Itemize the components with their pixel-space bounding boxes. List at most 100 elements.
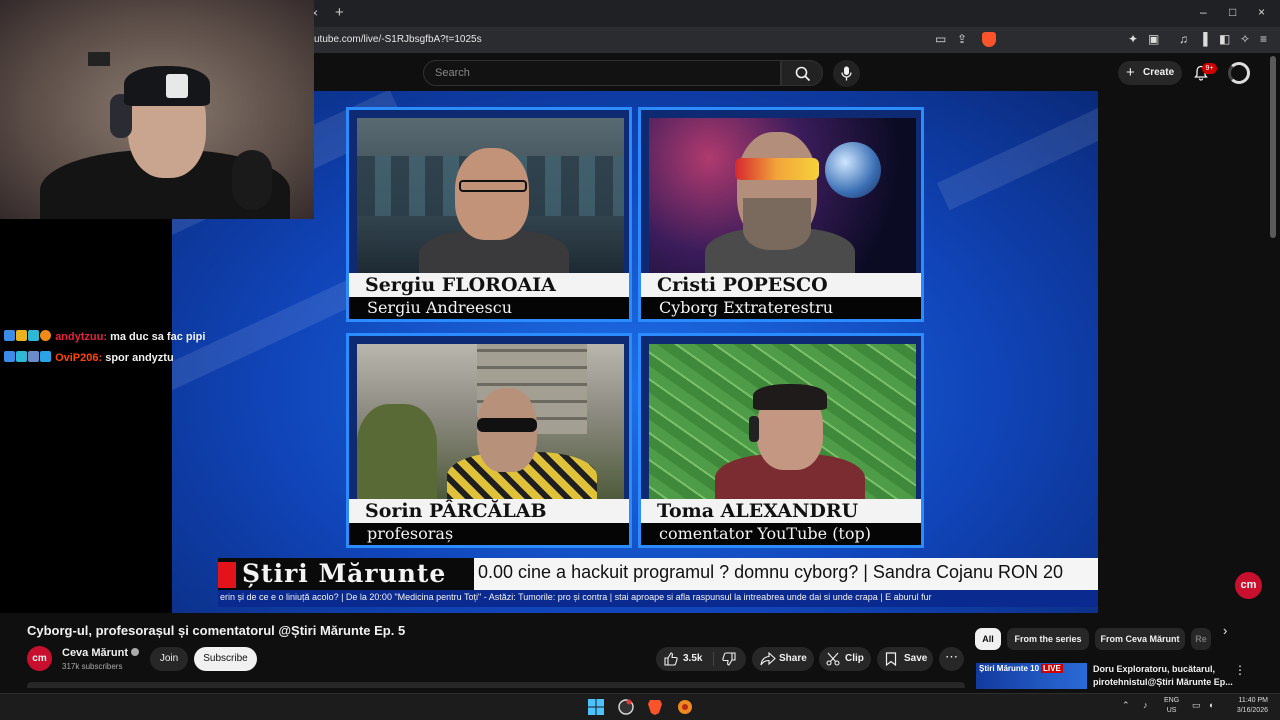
recommendation-menu-icon[interactable]: ⋮ xyxy=(1234,663,1246,677)
clip-button[interactable]: Clip xyxy=(819,647,871,671)
thumbs-up-icon xyxy=(664,652,678,666)
maximize-button[interactable]: □ xyxy=(1229,5,1236,19)
notifications-badge: 9+ xyxy=(1202,63,1217,74)
bookmark-icon xyxy=(885,652,897,666)
wallet-icon[interactable]: ◧ xyxy=(1219,32,1230,46)
like-count: 3.5k xyxy=(683,653,703,664)
guest-role: Sergiu Andreescu xyxy=(349,297,629,319)
subticker-text: erin și de ce e o liniuță acolo? | De la… xyxy=(220,592,932,602)
tree xyxy=(357,404,437,500)
subscribe-button[interactable]: Subscribe xyxy=(194,647,257,671)
guest-beard xyxy=(743,198,811,250)
news-ticker: Știri Mărunte 0.00 cine a hackuit progra… xyxy=(218,558,1098,590)
brave-shield-icon[interactable] xyxy=(982,32,996,47)
guest-video-feed xyxy=(357,344,624,500)
sidebar-icon[interactable]: ▐ xyxy=(1199,32,1208,46)
more-actions-button[interactable]: ⋯ xyxy=(939,647,964,671)
create-button[interactable]: + Create xyxy=(1118,61,1182,85)
chat-username[interactable]: andytzuu: xyxy=(55,331,107,343)
subscriber-count: 317k subscribers xyxy=(62,662,123,671)
vr-visor-icon xyxy=(735,158,819,180)
channel-name-row[interactable]: Ceva Mărunt xyxy=(62,647,140,659)
guest-hair xyxy=(753,384,827,410)
guest-panel-toma: Toma ALEXANDRU comentator YouTube (top) xyxy=(638,333,924,548)
clock-date: 3/16/2026 xyxy=(1236,707,1268,714)
join-button[interactable]: Join xyxy=(150,647,188,671)
ticker-red-marker xyxy=(218,562,236,588)
chat-message: andytzuu: ma duc sa fac pipi xyxy=(4,330,205,351)
video-title: Cyborg-ul, profesorașul și comentatorul … xyxy=(27,623,406,638)
new-tab-button[interactable]: + xyxy=(335,4,344,21)
channel-watermark-logo[interactable]: cm xyxy=(1235,572,1262,599)
close-window-button[interactable]: × xyxy=(1258,5,1265,19)
guest-name: Cristi POPESCO xyxy=(641,273,921,297)
windows-start-icon[interactable] xyxy=(588,699,604,715)
page-scrollbar[interactable] xyxy=(1270,56,1276,238)
channel-avatar[interactable]: cm xyxy=(27,646,52,671)
dislike-button[interactable] xyxy=(714,647,746,671)
tab-manager-icon[interactable]: ▣ xyxy=(1148,32,1159,46)
account-avatar[interactable] xyxy=(1228,62,1250,84)
chip-all[interactable]: All xyxy=(975,628,1001,650)
app-icon[interactable] xyxy=(677,699,693,715)
badge-icon xyxy=(4,330,15,341)
microphone-tray-icon[interactable]: ♪ xyxy=(1143,700,1148,710)
ticker-text: 0.00 cine a hackuit programul ? domnu cy… xyxy=(478,562,1064,582)
music-icon[interactable]: ♫ xyxy=(1179,32,1188,46)
badge-icon xyxy=(28,330,39,341)
news-subticker: erin și de ce e o liniuță acolo? | De la… xyxy=(218,590,1098,607)
guest-video-feed xyxy=(649,118,916,274)
cube-badge-icon xyxy=(40,351,51,362)
guest-panel-sorin: Sorin PÂRCĂLAB profesoraș xyxy=(346,333,632,548)
tray-overflow-icon[interactable]: ⌃ xyxy=(1122,700,1130,711)
chat-username[interactable]: OviP206: xyxy=(55,352,102,364)
guest-name: Sorin PÂRCĂLAB xyxy=(349,499,629,523)
search-input[interactable]: Search xyxy=(423,60,781,86)
recommended-video-title[interactable]: Doru Exploratoru, bucătarul, pirotehnist… xyxy=(1093,663,1233,689)
like-button[interactable]: 3.5k xyxy=(656,647,713,671)
microphone-icon xyxy=(841,66,852,81)
live-badge: LIVE xyxy=(1041,664,1063,673)
leo-ai-icon[interactable]: ✧ xyxy=(1240,32,1250,46)
network-icon[interactable]: ▭ xyxy=(1192,700,1201,711)
obs-icon[interactable] xyxy=(618,699,634,715)
video-details: Cyborg-ul, profesorașul și comentatorul … xyxy=(0,613,1280,693)
screen: × + – □ × utube.com/live/-S1RJbsgfbA?t=1… xyxy=(0,0,1280,720)
chip-from-series[interactable]: From the series xyxy=(1007,628,1089,650)
guest-panel-sergiu: Sergiu FLOROAIA Sergiu Andreescu xyxy=(346,107,632,322)
guest-name: Sergiu FLOROAIA xyxy=(349,273,629,297)
guest-video-feed xyxy=(357,118,624,274)
wall-decoration xyxy=(88,52,110,66)
chip-recent[interactable]: Re xyxy=(1191,628,1211,650)
badge-icon xyxy=(4,351,15,362)
extensions-icon[interactable]: ✦ xyxy=(1128,32,1138,46)
channel-name[interactable]: Ceva Mărunt xyxy=(62,647,128,659)
ticker-brand-box: Știri Mărunte xyxy=(218,558,474,590)
cast-icon[interactable]: ▭ xyxy=(935,32,946,46)
like-dislike-group: 3.5k xyxy=(656,647,746,671)
system-clock[interactable]: 11:40 PM 3/16/2026 xyxy=(1228,696,1268,716)
chevron-right-icon[interactable]: › xyxy=(1223,623,1227,638)
menu-icon[interactable]: ≡ xyxy=(1260,32,1267,46)
thumbs-down-icon xyxy=(722,652,736,666)
plus-icon: + xyxy=(1126,64,1135,81)
like-divider xyxy=(713,652,714,666)
volume-icon[interactable]: ◖ xyxy=(1208,700,1213,710)
search-button[interactable] xyxy=(781,60,823,86)
share-button[interactable]: Share xyxy=(752,647,814,671)
guest-head xyxy=(455,148,529,240)
description-box[interactable] xyxy=(27,682,965,688)
minimize-button[interactable]: – xyxy=(1200,5,1207,19)
chip-from-channel[interactable]: From Ceva Mărunt xyxy=(1095,628,1185,650)
badge-icon xyxy=(40,330,51,341)
url-field[interactable]: utube.com/live/-S1RJbsgfbA?t=1025s xyxy=(314,34,482,45)
save-button[interactable]: Save xyxy=(877,647,933,671)
language-indicator[interactable]: ENG US xyxy=(1164,696,1179,716)
crown-badge-icon xyxy=(16,330,27,341)
share-page-icon[interactable]: ⇪ xyxy=(957,32,967,46)
voice-search-button[interactable] xyxy=(833,60,860,87)
recommended-video-thumbnail[interactable]: Știri Mărunte 10 LIVE xyxy=(976,663,1087,689)
guest-role: comentator YouTube (top) xyxy=(641,523,921,545)
brave-browser-icon[interactable] xyxy=(647,699,663,715)
windows-taskbar: ⌃ ♪ ENG US ▭ ◖ 11:40 PM 3/16/2026 xyxy=(0,693,1280,720)
